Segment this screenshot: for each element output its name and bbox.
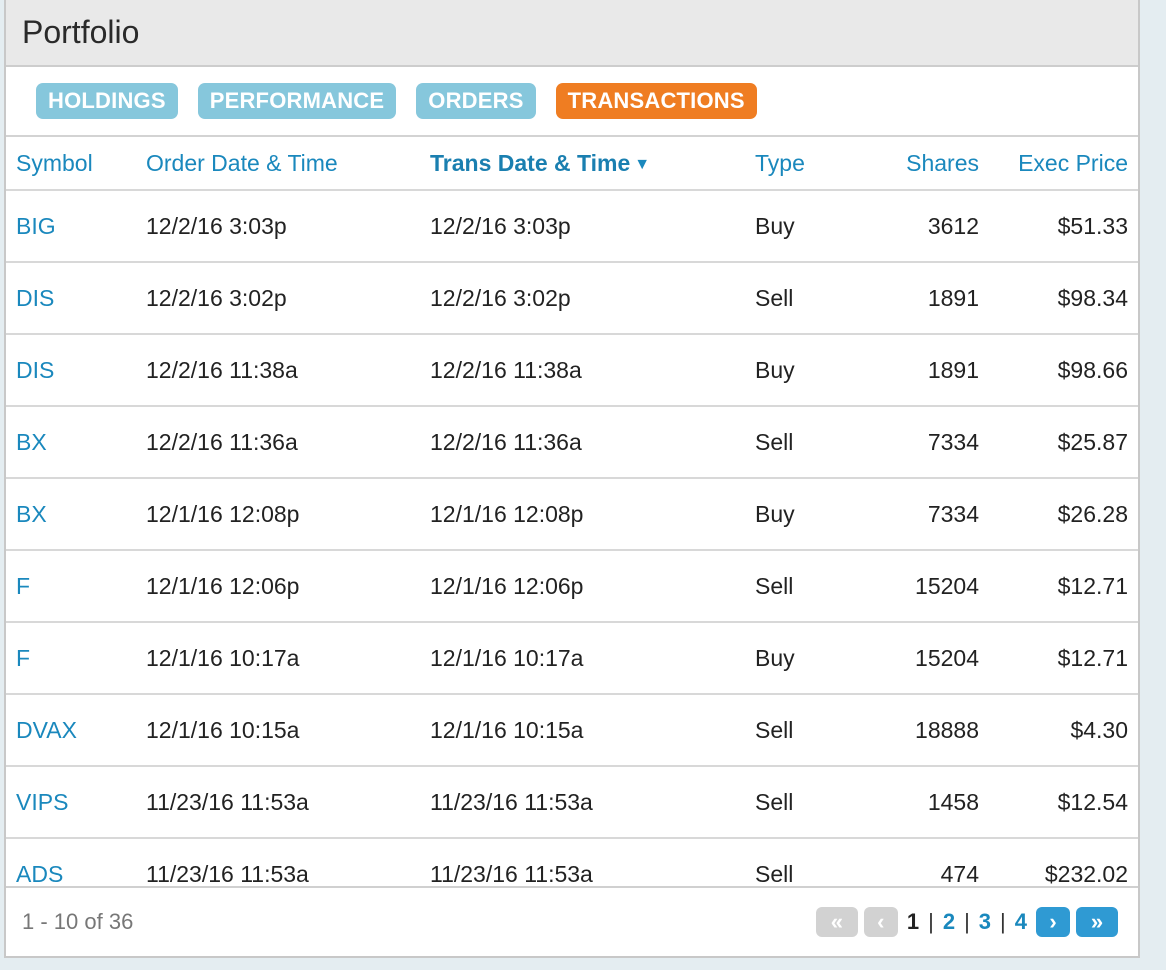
exec-price-cell: $25.87: [979, 405, 1138, 478]
type-cell: Sell: [755, 693, 835, 766]
trans-datetime-cell: 12/1/16 12:08p: [430, 477, 755, 550]
type-cell: Sell: [755, 549, 835, 622]
table-row: VIPS 11/23/16 11:53a 11/23/16 11:53a Sell 14…: [6, 765, 1138, 838]
type-cell: Sell: [755, 765, 835, 838]
page-link-1[interactable]: 1: [904, 909, 922, 935]
type-cell: Buy: [755, 477, 835, 550]
column-header-trans-date[interactable]: Trans Date & Time ▼: [430, 137, 755, 190]
exec-price-cell: $26.28: [979, 477, 1138, 550]
trans-datetime-cell: 12/2/16 3:02p: [430, 261, 755, 334]
order-datetime-cell: 12/2/16 11:36a: [146, 405, 430, 478]
table-row: F 12/1/16 12:06p 12/1/16 12:06p Sell 15204 $1…: [6, 549, 1138, 622]
symbol-link[interactable]: DIS: [6, 333, 146, 406]
column-header-order-date[interactable]: Order Date & Time: [146, 137, 430, 190]
shares-cell: 18888: [835, 693, 979, 766]
last-page-icon[interactable]: »: [1076, 907, 1118, 937]
symbol-link[interactable]: DIS: [6, 261, 146, 334]
page-title: Portfolio: [22, 14, 140, 50]
symbol-link[interactable]: BIG: [6, 189, 146, 262]
table-footer: 1 - 10 of 36 « ‹ 1 | 2 | 3 | 4 › »: [6, 886, 1138, 956]
column-header-type[interactable]: Type: [755, 137, 835, 190]
tab-bar: HOLDINGS PERFORMANCE ORDERS TRANSACTIONS: [6, 67, 1138, 137]
column-header-trans-date-label: Trans Date & Time: [430, 149, 631, 176]
trans-datetime-cell: 12/1/16 10:17a: [430, 621, 755, 694]
sort-descending-icon: ▼: [634, 155, 651, 173]
order-datetime-cell: 12/1/16 12:06p: [146, 549, 430, 622]
shares-cell: 7334: [835, 477, 979, 550]
shares-cell: 1891: [835, 333, 979, 406]
exec-price-cell: $12.54: [979, 765, 1138, 838]
column-header-symbol[interactable]: Symbol: [6, 137, 146, 190]
exec-price-cell: $98.66: [979, 333, 1138, 406]
symbol-link[interactable]: F: [6, 621, 146, 694]
page-link-2[interactable]: 2: [940, 909, 958, 935]
symbol-link[interactable]: BX: [6, 477, 146, 550]
table-row: BX 12/1/16 12:08p 12/1/16 12:08p Buy 7334 $26…: [6, 477, 1138, 550]
shares-cell: 3612: [835, 189, 979, 262]
order-datetime-cell: 11/23/16 11:53a: [146, 765, 430, 838]
symbol-link[interactable]: DVAX: [6, 693, 146, 766]
trans-datetime-cell: 11/23/16 11:53a: [430, 765, 755, 838]
order-datetime-cell: 12/2/16 11:38a: [146, 333, 430, 406]
symbol-link[interactable]: VIPS: [6, 765, 146, 838]
page-link-3[interactable]: 3: [976, 909, 994, 935]
order-datetime-cell: 12/2/16 3:03p: [146, 189, 430, 262]
table-row: F 12/1/16 10:17a 12/1/16 10:17a Buy 15204 $12…: [6, 621, 1138, 694]
prev-page-icon[interactable]: ‹: [863, 907, 898, 937]
transactions-table: Symbol Order Date & Time Trans Date & Ti…: [6, 137, 1138, 909]
page-separator: |: [964, 909, 970, 934]
tab-holdings[interactable]: HOLDINGS: [36, 83, 178, 119]
column-header-exec-price[interactable]: Exec Price: [979, 137, 1138, 190]
next-page-icon[interactable]: ›: [1036, 907, 1070, 937]
table-row: BIG 12/2/16 3:03p 12/2/16 3:03p Buy 3612 $51.…: [6, 189, 1138, 262]
page-link-4[interactable]: 4: [1012, 909, 1030, 935]
trans-datetime-cell: 12/2/16 11:38a: [430, 333, 755, 406]
type-cell: Buy: [755, 189, 835, 262]
order-datetime-cell: 12/1/16 10:15a: [146, 693, 430, 766]
table-header-row: Symbol Order Date & Time Trans Date & Ti…: [6, 137, 1138, 190]
column-header-shares[interactable]: Shares: [835, 137, 979, 190]
table-body: BIG 12/2/16 3:03p 12/2/16 3:03p Buy 3612 $51.…: [6, 189, 1138, 909]
order-datetime-cell: 12/2/16 3:02p: [146, 261, 430, 334]
exec-price-cell: $12.71: [979, 621, 1138, 694]
page-separator: |: [928, 909, 934, 934]
type-cell: Sell: [755, 261, 835, 334]
table-row: DIS 12/2/16 3:02p 12/2/16 3:02p Sell 1891 $98…: [6, 261, 1138, 334]
shares-cell: 1458: [835, 765, 979, 838]
order-datetime-cell: 12/1/16 10:17a: [146, 621, 430, 694]
exec-price-cell: $4.30: [979, 693, 1138, 766]
table-row: BX 12/2/16 11:36a 12/2/16 11:36a Sell 7334 $2…: [6, 405, 1138, 478]
first-page-icon[interactable]: «: [815, 907, 858, 937]
shares-cell: 7334: [835, 405, 979, 478]
exec-price-cell: $98.34: [979, 261, 1138, 334]
exec-price-cell: $12.71: [979, 549, 1138, 622]
order-datetime-cell: 12/1/16 12:08p: [146, 477, 430, 550]
type-cell: Buy: [755, 621, 835, 694]
panel-header: Portfolio: [6, 0, 1138, 67]
trans-datetime-cell: 12/2/16 11:36a: [430, 405, 755, 478]
type-cell: Sell: [755, 405, 835, 478]
shares-cell: 1891: [835, 261, 979, 334]
symbol-link[interactable]: BX: [6, 405, 146, 478]
tab-performance[interactable]: PERFORMANCE: [197, 83, 397, 119]
table-row: DVAX 12/1/16 10:15a 12/1/16 10:15a Sell 1888…: [6, 693, 1138, 766]
tab-transactions[interactable]: TRANSACTIONS: [555, 83, 757, 119]
trans-datetime-cell: 12/1/16 10:15a: [430, 693, 755, 766]
page-separator: |: [1000, 909, 1006, 934]
portfolio-panel: Portfolio HOLDINGS PERFORMANCE ORDERS TR…: [4, 0, 1140, 958]
type-cell: Buy: [755, 333, 835, 406]
exec-price-cell: $51.33: [979, 189, 1138, 262]
result-range: 1 - 10 of 36: [22, 909, 134, 934]
shares-cell: 15204: [835, 549, 979, 622]
symbol-link[interactable]: F: [6, 549, 146, 622]
shares-cell: 15204: [835, 621, 979, 694]
trans-datetime-cell: 12/2/16 3:03p: [430, 189, 755, 262]
trans-datetime-cell: 12/1/16 12:06p: [430, 549, 755, 622]
pagination: « ‹ 1 | 2 | 3 | 4 › »: [815, 907, 1118, 937]
table-row: DIS 12/2/16 11:38a 12/2/16 11:38a Buy 1891 $9…: [6, 333, 1138, 406]
tab-orders[interactable]: ORDERS: [416, 83, 536, 119]
